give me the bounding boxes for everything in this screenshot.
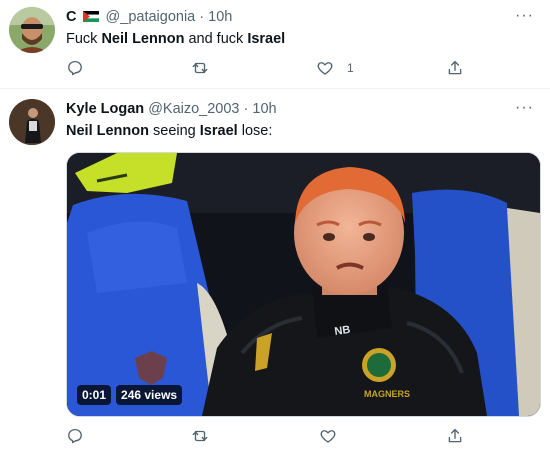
separator-dot: ·	[199, 9, 205, 25]
like-button[interactable]	[319, 426, 337, 446]
video-player[interactable]: NB MAGNERS 0:01 246 views	[66, 152, 541, 417]
tweet-card[interactable]: C @_pataigonia · 10h ··· Fuck Neil Lenno…	[0, 0, 550, 89]
timestamp[interactable]: 10h	[252, 101, 276, 117]
text-segment-bold: Neil Lennon	[101, 31, 185, 47]
video-views: 246 views	[116, 385, 183, 405]
tweet-text: Fuck Neil Lennon and fuck Israel	[66, 31, 285, 47]
avatar[interactable]	[9, 99, 55, 145]
timestamp[interactable]: 10h	[208, 9, 232, 25]
share-icon	[448, 428, 462, 443]
share-button[interactable]	[446, 426, 464, 446]
svg-text:MAGNERS: MAGNERS	[364, 389, 410, 399]
reply-button[interactable]	[66, 426, 84, 446]
display-name[interactable]: Kyle Logan	[66, 101, 144, 117]
retweet-button[interactable]	[191, 426, 209, 446]
text-segment-bold: Neil Lennon	[66, 123, 149, 139]
user-handle[interactable]: @Kaizo_2003	[148, 101, 239, 117]
text-segment: Fuck	[66, 31, 102, 47]
separator-dot: ·	[243, 101, 249, 117]
tweet-header: C @_pataigonia · 10h	[66, 9, 232, 25]
svg-text:NB: NB	[334, 324, 351, 338]
action-bar	[66, 426, 466, 446]
share-button[interactable]	[446, 58, 464, 78]
retweet-button[interactable]	[191, 58, 209, 78]
text-segment: lose:	[237, 123, 273, 139]
video-frame: NB MAGNERS	[67, 153, 540, 416]
more-options-icon[interactable]: ···	[515, 99, 534, 117]
text-segment-bold: Israel	[199, 123, 238, 139]
share-icon	[448, 60, 462, 75]
reply-icon	[68, 428, 82, 444]
like-icon	[317, 62, 333, 75]
tweet-text: Neil Lennon seeing Israel lose:	[66, 123, 272, 139]
flag-icon	[82, 11, 99, 22]
text-segment: and fuck	[184, 31, 248, 47]
reply-button[interactable]	[66, 58, 84, 78]
video-badges: 0:01 246 views	[77, 385, 183, 405]
reply-icon	[68, 60, 82, 76]
more-options-icon[interactable]: ···	[515, 7, 534, 25]
retweet-icon	[192, 62, 208, 74]
text-segment-bold: Israel	[247, 31, 286, 47]
action-bar: 1	[66, 58, 466, 78]
display-name[interactable]: C	[66, 9, 76, 25]
like-icon	[320, 430, 336, 443]
like-button[interactable]: 1	[316, 58, 354, 78]
retweet-icon	[192, 430, 208, 442]
tweet-header: Kyle Logan @Kaizo_2003 · 10h	[66, 101, 277, 117]
like-count: 1	[347, 61, 354, 75]
avatar[interactable]	[9, 7, 55, 53]
video-duration: 0:01	[77, 385, 112, 405]
user-handle[interactable]: @_pataigonia	[106, 9, 196, 25]
text-segment: seeing	[148, 123, 200, 139]
